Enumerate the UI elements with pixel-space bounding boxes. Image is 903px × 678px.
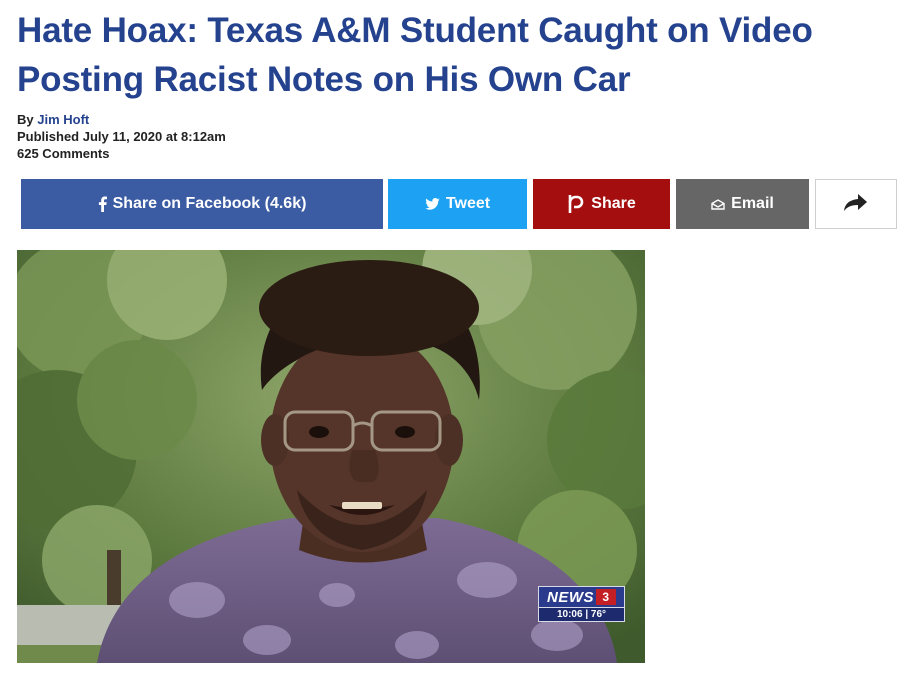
share-arrow-icon bbox=[843, 192, 869, 217]
twitter-icon bbox=[425, 198, 440, 210]
parler-icon bbox=[567, 194, 585, 214]
email-share-label: Email bbox=[731, 195, 774, 212]
news-logo-text: NEWS bbox=[547, 588, 594, 606]
news-channel-logo: NEWS 3 bbox=[538, 586, 625, 608]
news-time: 10:06 bbox=[556, 609, 583, 620]
tweet-label: Tweet bbox=[445, 195, 491, 212]
author-link[interactable]: Jim Hoft bbox=[37, 112, 89, 127]
more-share-button[interactable] bbox=[815, 179, 897, 229]
parler-share-button[interactable]: Share bbox=[533, 179, 670, 229]
article-video-thumbnail[interactable]: NEWS 3 10:06 | 76° bbox=[17, 250, 645, 663]
facebook-icon bbox=[98, 196, 107, 212]
facebook-share-label: Share on Facebook (4.6k) bbox=[112, 195, 307, 212]
published-date: Published July 11, 2020 at 8:12am bbox=[17, 129, 226, 144]
email-share-button[interactable]: Email bbox=[676, 179, 809, 229]
facebook-share-button[interactable]: Share on Facebook (4.6k) bbox=[21, 179, 383, 229]
news-temperature: 76° bbox=[590, 609, 607, 620]
byline-prefix: By bbox=[17, 112, 34, 127]
article-title: Hate Hoax: Texas A&M Student Caught on V… bbox=[17, 11, 813, 99]
comments-count[interactable]: 625 Comments bbox=[17, 145, 226, 162]
share-bar: Share on Facebook (4.6k) Tweet Share Ema… bbox=[21, 179, 897, 229]
byline: By Jim Hoft bbox=[17, 111, 226, 128]
news-time-temp-bar: 10:06 | 76° bbox=[538, 608, 625, 622]
article-meta: By Jim Hoft Published July 11, 2020 at 8… bbox=[17, 111, 226, 162]
news-logo-number: 3 bbox=[596, 589, 616, 605]
parler-share-label: Share bbox=[591, 195, 636, 212]
tweet-button[interactable]: Tweet bbox=[388, 179, 527, 229]
envelope-icon bbox=[711, 198, 725, 210]
